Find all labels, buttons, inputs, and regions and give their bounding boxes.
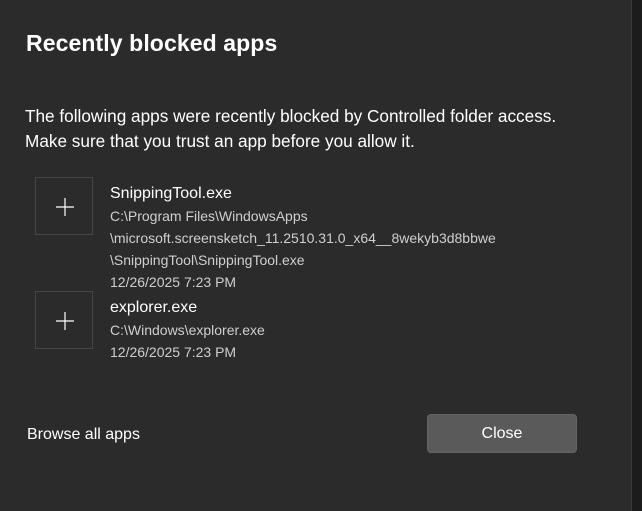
allow-app-button[interactable] xyxy=(35,291,93,349)
app-blocked-time: 12/26/2025 7:23 PM xyxy=(110,344,237,360)
app-name: explorer.exe xyxy=(110,299,198,316)
recently-blocked-apps-dialog: Recently blocked apps The following apps… xyxy=(0,0,632,511)
app-info: explorer.exe C:\Windows\explorer.exe 12/… xyxy=(110,297,570,363)
app-info: SnippingTool.exe C:\Program Files\Window… xyxy=(110,183,570,293)
app-path-line: \microsoft.screensketch_11.2510.31.0_x64… xyxy=(110,230,496,246)
plus-icon xyxy=(56,198,74,216)
close-button[interactable]: Close xyxy=(427,414,577,453)
app-blocked-time: 12/26/2025 7:23 PM xyxy=(110,274,237,290)
app-path-line: \SnippingTool\SnippingTool.exe xyxy=(110,252,305,268)
description-line-2: Make sure that you trust an app before y… xyxy=(25,131,415,151)
plus-icon xyxy=(56,312,74,330)
app-path-line: C:\Windows\explorer.exe xyxy=(110,322,265,338)
app-path-line: C:\Program Files\WindowsApps xyxy=(110,208,308,224)
browse-all-apps-link[interactable]: Browse all apps xyxy=(27,426,140,444)
allow-app-button[interactable] xyxy=(35,177,93,235)
dialog-description: The following apps were recently blocked… xyxy=(25,104,625,154)
app-name: SnippingTool.exe xyxy=(110,185,232,202)
dialog-title: Recently blocked apps xyxy=(26,30,278,56)
description-line-1: The following apps were recently blocked… xyxy=(25,106,557,126)
